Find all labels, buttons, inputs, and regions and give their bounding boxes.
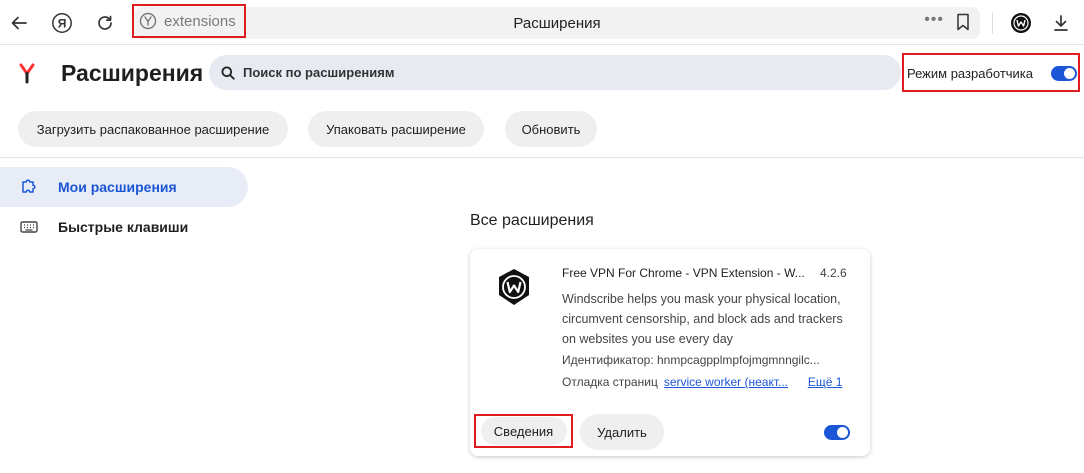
- windscribe-toolbar-button[interactable]: [1006, 8, 1036, 38]
- arrow-left-icon: [11, 16, 27, 30]
- service-worker-link[interactable]: service worker (неакт...: [664, 375, 802, 389]
- search-icon: [221, 66, 235, 80]
- update-button[interactable]: Обновить: [505, 111, 597, 147]
- load-unpacked-button[interactable]: Загрузить распакованное расширение: [18, 111, 288, 147]
- page-title: Расширения: [61, 60, 204, 86]
- developer-mode-highlight: Режим разработчика: [902, 53, 1080, 92]
- sidebar-item-shortcuts[interactable]: Быстрые клавиши: [0, 207, 248, 247]
- developer-mode-toggle[interactable]: [1051, 66, 1077, 81]
- bookmark-icon: [957, 13, 969, 31]
- yandex-circle-icon: Я: [52, 13, 72, 33]
- extension-version: 4.2.6: [820, 266, 847, 280]
- reload-button[interactable]: [90, 8, 120, 38]
- extension-name: Free VPN For Chrome - VPN Extension - W.…: [562, 266, 805, 280]
- more-icon[interactable]: •••: [924, 11, 944, 29]
- windscribe-icon: [499, 269, 529, 305]
- download-icon: [1054, 15, 1068, 31]
- search-box[interactable]: [209, 55, 901, 90]
- yandex-logo-icon: [19, 63, 35, 84]
- more-views-link[interactable]: Ещё 1: [808, 375, 843, 389]
- sidebar-item-my-extensions[interactable]: Мои расширения: [0, 167, 248, 207]
- address-bar[interactable]: extensions Расширения •••: [132, 4, 980, 39]
- details-button[interactable]: Сведения: [480, 417, 567, 445]
- extension-debug-row: Отладка страниц service worker (неакт...…: [562, 375, 842, 389]
- sidebar-item-label: Мои расширения: [58, 179, 177, 195]
- remove-button[interactable]: Удалить: [580, 414, 664, 450]
- debug-label: Отладка страниц: [562, 375, 658, 389]
- browser-toolbar: Я extensions Расширения •••: [0, 0, 1084, 45]
- svg-text:Я: Я: [58, 17, 67, 31]
- extension-enable-toggle[interactable]: [824, 425, 850, 440]
- extension-description: Windscribe helps you mask your physical …: [562, 292, 843, 346]
- section-title: Все расширения: [470, 212, 594, 229]
- puzzle-icon: [22, 179, 36, 193]
- toolbar-divider: [992, 12, 993, 34]
- keyboard-icon: [20, 221, 38, 233]
- extension-id: Идентификатор: hnmpcagpplmpfojmgmnngilc.…: [562, 353, 820, 367]
- search-input[interactable]: [243, 65, 843, 80]
- details-highlight: Сведения: [474, 414, 573, 448]
- windscribe-icon: [1011, 13, 1031, 33]
- address-page-title: Расширения: [513, 15, 601, 32]
- bookmark-button[interactable]: [956, 13, 970, 36]
- back-button[interactable]: [4, 8, 34, 38]
- header-divider: [0, 157, 1084, 158]
- developer-mode-label: Режим разработчика: [907, 66, 1034, 81]
- downloads-button[interactable]: [1046, 8, 1076, 38]
- reload-icon: [98, 15, 112, 30]
- pack-extension-button[interactable]: Упаковать расширение: [308, 111, 484, 147]
- sidebar-item-label: Быстрые клавиши: [58, 219, 189, 235]
- extension-card: Free VPN For Chrome - VPN Extension - W.…: [470, 249, 870, 456]
- yandex-home-button[interactable]: Я: [47, 8, 77, 38]
